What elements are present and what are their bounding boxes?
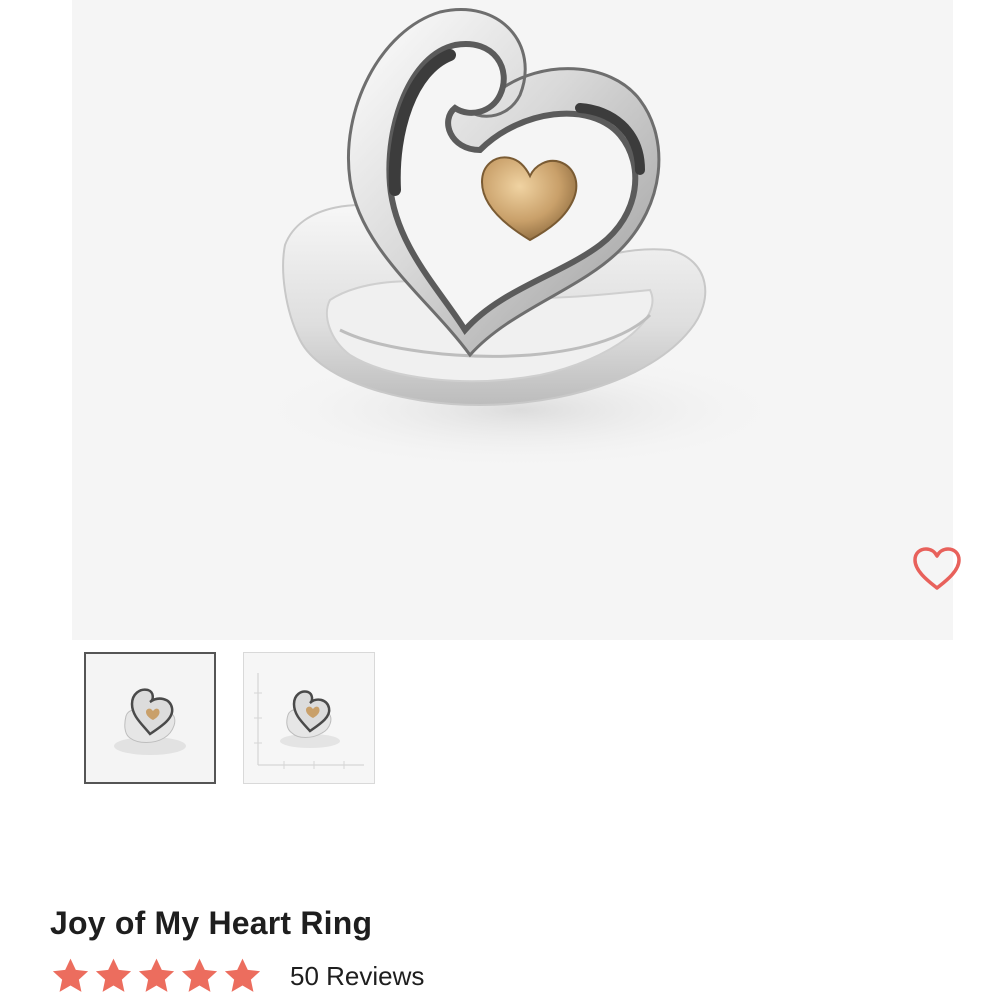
ring-image <box>250 8 790 470</box>
star-icon <box>181 958 218 992</box>
star-icon <box>95 958 132 992</box>
star-icon <box>52 958 89 992</box>
ring-thumbnail-image <box>114 688 186 755</box>
star-icon <box>224 958 261 992</box>
star-rating[interactable] <box>50 955 263 997</box>
product-title: Joy of My Heart Ring <box>50 905 373 941</box>
star-icon <box>138 958 175 992</box>
favorite-button[interactable] <box>908 542 966 596</box>
reviews-link[interactable]: 50 Reviews <box>290 961 424 992</box>
heart-outline-icon <box>913 547 961 590</box>
thumbnail-ring-front[interactable] <box>84 652 216 784</box>
thumbnail-ring-size-view[interactable] <box>243 652 375 784</box>
ring-size-thumbnail-image <box>254 673 364 769</box>
product-main-image[interactable] <box>72 0 961 640</box>
